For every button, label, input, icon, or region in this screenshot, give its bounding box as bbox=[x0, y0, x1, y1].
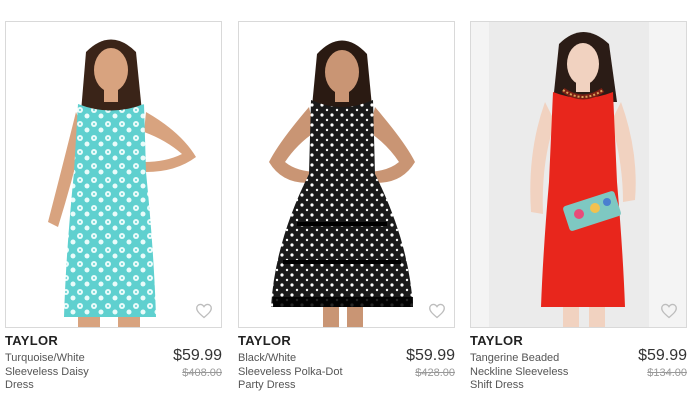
original-price: $134.00 bbox=[647, 367, 687, 379]
heart-outline-icon[interactable] bbox=[428, 303, 446, 319]
original-price: $408.00 bbox=[182, 367, 222, 379]
product-card[interactable]: TAYLOR Turquoise/White Sleeveless Daisy … bbox=[5, 21, 222, 391]
original-price: $428.00 bbox=[415, 367, 455, 379]
product-card[interactable]: TAYLOR Tangerine Beaded Neckline Sleevel… bbox=[470, 21, 687, 391]
product-image[interactable] bbox=[470, 21, 687, 328]
heart-outline-icon[interactable] bbox=[660, 303, 678, 319]
product-image[interactable] bbox=[5, 21, 222, 328]
product-brand[interactable]: TAYLOR bbox=[470, 333, 523, 348]
product-title[interactable]: Tangerine Beaded Neckline Sleeveless Shi… bbox=[470, 352, 580, 393]
product-title[interactable]: Black/White Sleeveless Polka-Dot Party D… bbox=[238, 352, 348, 393]
sale-price: $59.99 bbox=[638, 347, 687, 364]
product-card[interactable]: TAYLOR Black/White Sleeveless Polka-Dot … bbox=[238, 21, 455, 391]
sale-price: $59.99 bbox=[406, 347, 455, 364]
model-photo-turquoise bbox=[48, 39, 196, 327]
product-brand[interactable]: TAYLOR bbox=[238, 333, 291, 348]
sale-price: $59.99 bbox=[173, 347, 222, 364]
heart-outline-icon[interactable] bbox=[195, 303, 213, 319]
model-photo-tangerine bbox=[471, 22, 686, 327]
model-photo-polka-dot bbox=[269, 40, 415, 327]
product-brand[interactable]: TAYLOR bbox=[5, 333, 58, 348]
product-image[interactable] bbox=[238, 21, 455, 328]
product-title[interactable]: Turquoise/White Sleeveless Daisy Dress bbox=[5, 352, 115, 393]
